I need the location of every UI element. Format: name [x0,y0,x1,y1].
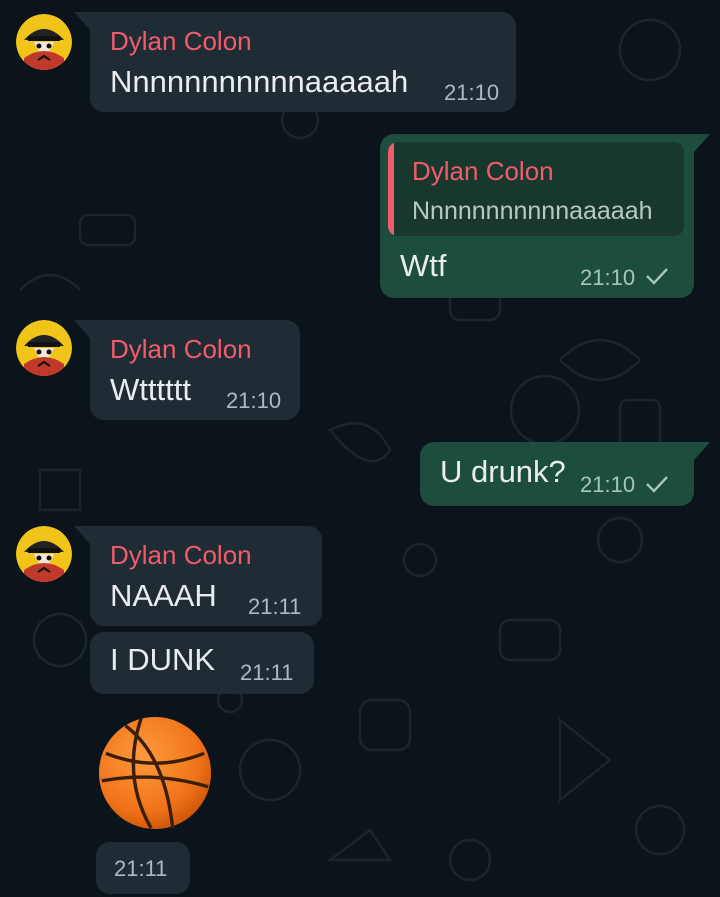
message-time: 21:11 [240,660,294,685]
sender-name[interactable]: Dylan Colon [110,334,252,365]
message-text: Wtf [400,248,447,283]
message-text: I DUNK [110,642,216,677]
quoted-sender-name: Dylan Colon [412,156,554,186]
message-text: Nnnnnnnnnnnaaaaah [110,64,409,99]
message-text: NAAAH [110,578,217,613]
message-time: 21:11 [114,856,168,881]
message-time: 21:10 [580,265,636,290]
quote-accent-bar [388,142,394,236]
message-text: U drunk? [440,454,566,489]
message-bubble[interactable]: Dylan Colon Wtttttt 21:10 [74,320,300,420]
sticker-time-pill: 21:11 [96,842,190,894]
message-text: Wtttttt [110,372,191,407]
quoted-message[interactable]: Dylan Colon Nnnnnnnnnnnaaaaah [388,142,684,236]
message-time: 21:10 [580,472,636,497]
message-time: 21:10 [226,388,282,413]
single-check-icon [646,268,668,285]
basketball-emoji[interactable] [96,714,214,832]
message-bubble[interactable]: U drunk? 21:10 [420,442,710,506]
message-time: 21:10 [444,80,500,105]
sender-name[interactable]: Dylan Colon [110,540,252,571]
avatar[interactable] [16,320,72,376]
message-bubble[interactable]: Dylan Colon Nnnnnnnnnnnaaaaah Wtf 21:10 [380,134,710,298]
message-bubble[interactable]: Dylan Colon Nnnnnnnnnnnaaaaah 21:10 [74,12,516,112]
quoted-text: Nnnnnnnnnnnaaaaah [412,197,653,225]
single-check-icon [646,476,668,493]
sender-name[interactable]: Dylan Colon [110,26,252,57]
avatar[interactable] [16,526,72,582]
message-bubble[interactable]: I DUNK 21:11 [90,632,314,694]
avatar[interactable] [16,14,72,70]
message-bubble[interactable]: Dylan Colon NAAAH 21:11 [74,526,322,626]
message-time: 21:11 [248,594,302,619]
